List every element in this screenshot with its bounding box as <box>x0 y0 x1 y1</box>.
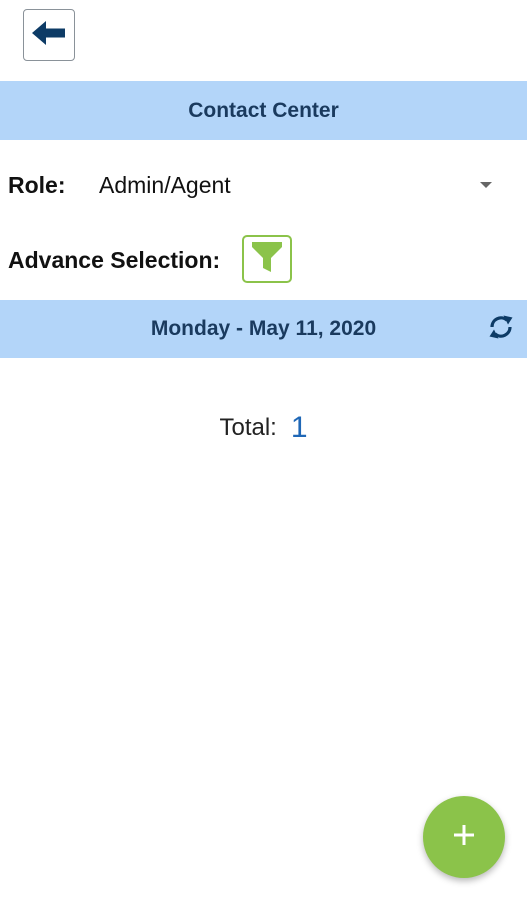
total-count: 1 <box>290 411 308 444</box>
add-button[interactable] <box>423 796 505 878</box>
page-title: Contact Center <box>188 98 339 122</box>
advance-selection-label: Advance Selection: <box>8 247 221 273</box>
contact-center-screen: Contact Center Role: Admin/Agent Advance… <box>0 0 527 900</box>
date-bar: Monday - May 11, 2020 <box>0 300 527 358</box>
caret-down-icon <box>480 182 492 188</box>
refresh-icon <box>485 311 517 348</box>
role-row: Role: Admin/Agent <box>0 158 527 212</box>
role-dropdown[interactable]: Admin/Agent <box>96 162 508 208</box>
date-label: Monday - May 11, 2020 <box>150 317 377 340</box>
role-label: Role: <box>8 172 66 198</box>
title-bar: Contact Center <box>0 81 527 140</box>
total-label: Total: <box>219 414 277 441</box>
back-button[interactable] <box>23 9 75 61</box>
role-selected-value: Admin/Agent <box>99 172 231 198</box>
filter-button[interactable] <box>242 235 292 283</box>
refresh-button[interactable] <box>483 311 519 347</box>
plus-icon <box>452 823 476 852</box>
advance-selection-row: Advance Selection: <box>0 232 527 288</box>
total-row: Total: 1 <box>0 408 527 448</box>
funnel-filter-icon <box>251 240 283 279</box>
arrow-left-icon <box>31 19 67 52</box>
